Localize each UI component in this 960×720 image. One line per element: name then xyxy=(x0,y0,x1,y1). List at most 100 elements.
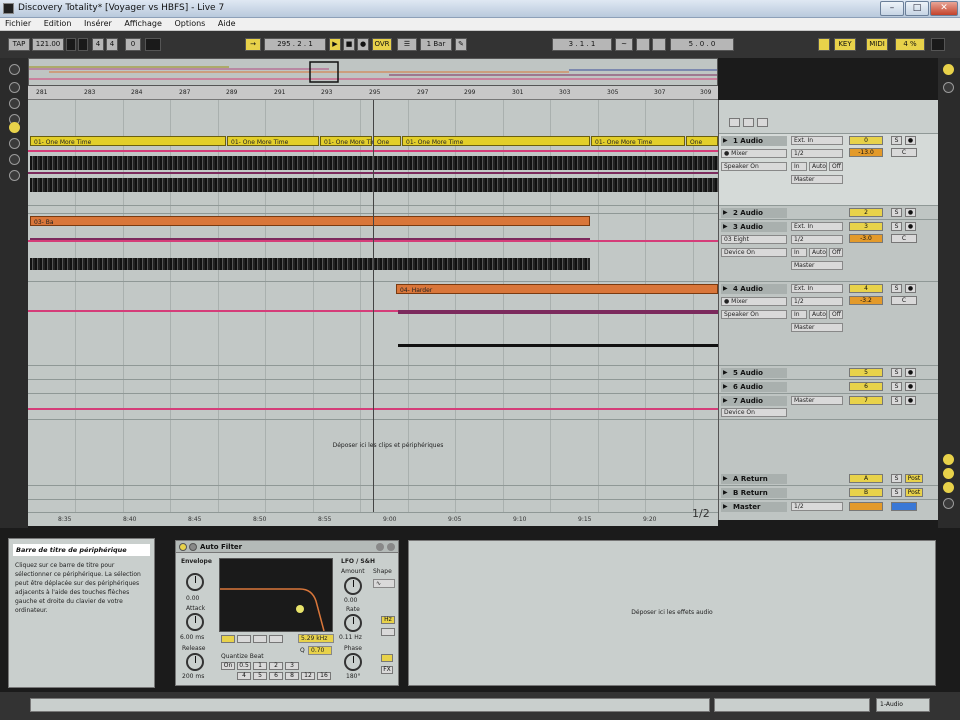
fx-button[interactable]: FX xyxy=(381,666,393,674)
phase-knob[interactable] xyxy=(344,653,362,671)
master-output-select[interactable]: 1/2 xyxy=(791,502,843,511)
loop-switch[interactable]: ~ xyxy=(615,38,633,51)
signature-denominator[interactable]: 4 xyxy=(106,38,118,51)
menu-options[interactable]: Options xyxy=(169,18,210,28)
master-cue[interactable] xyxy=(891,502,917,511)
send-value[interactable]: C xyxy=(891,148,917,157)
track-header-2[interactable]: 2 Audio 2 S ● xyxy=(719,206,939,220)
shape-select[interactable]: ∿ xyxy=(373,579,395,588)
input-channel-select[interactable]: 03 Eight xyxy=(721,235,787,244)
input-type-select[interactable]: Ext. In xyxy=(791,222,843,231)
solo-button[interactable]: S xyxy=(891,396,902,405)
output-select[interactable]: Master xyxy=(791,396,843,405)
fold-button[interactable] xyxy=(757,118,768,127)
quantize-button[interactable]: 2 xyxy=(269,662,283,670)
quantize-button[interactable]: 5 xyxy=(253,672,267,680)
mixer-toggle-icon[interactable] xyxy=(943,482,954,493)
monitor-in-button[interactable]: In xyxy=(791,248,807,257)
browser-toggle-icon[interactable] xyxy=(9,64,20,75)
arm-button[interactable]: ● xyxy=(905,368,916,377)
overdub-button[interactable]: OVR xyxy=(372,38,392,51)
send-value[interactable]: C xyxy=(891,234,917,243)
master-volume[interactable] xyxy=(849,502,883,511)
track-volume[interactable]: 6 xyxy=(849,382,883,391)
clip[interactable]: 03- Ba xyxy=(30,216,590,226)
track-pan[interactable]: -3.0 xyxy=(849,234,883,243)
clip[interactable]: 01- One More Time xyxy=(320,136,381,146)
track-name[interactable]: 5 Audio xyxy=(721,368,787,378)
track-volume[interactable]: 0 xyxy=(849,136,883,145)
follow-button[interactable]: → xyxy=(245,38,261,51)
frequency-field[interactable]: 5.29 kHz xyxy=(298,634,334,643)
release-knob[interactable] xyxy=(186,653,204,671)
monitor-in-button[interactable]: In xyxy=(791,162,807,171)
sends-toggle-icon[interactable] xyxy=(943,468,954,479)
track-pan[interactable]: -3.2 xyxy=(849,296,883,305)
attack-knob[interactable] xyxy=(186,613,204,631)
filter-curve-display[interactable] xyxy=(219,558,333,632)
beat-ruler[interactable]: 281 283 284 287 289 291 293 295 297 299 … xyxy=(28,86,718,100)
return-volume[interactable]: A xyxy=(849,474,883,483)
stop-button[interactable]: ■ xyxy=(343,38,355,51)
solo-button[interactable]: S xyxy=(891,382,902,391)
quantize-button[interactable]: 0.5 xyxy=(237,662,251,670)
nudge-up-button[interactable] xyxy=(78,38,88,51)
device-browser-icon[interactable] xyxy=(9,98,20,109)
rate-hz-button[interactable]: Hz xyxy=(381,616,395,624)
quantize-button[interactable]: 8 xyxy=(285,672,299,680)
menu-affichage[interactable]: Affichage xyxy=(119,18,167,28)
input-type-select[interactable]: Ext. In xyxy=(791,284,843,293)
envelope-knob[interactable] xyxy=(186,573,204,591)
track-name[interactable]: 4 Audio xyxy=(721,284,787,294)
arm-button[interactable]: ● xyxy=(905,284,916,293)
track-header-3[interactable]: 3 Audio Ext. In 03 Eight 1/2 Device On I… xyxy=(719,220,939,282)
return-name[interactable]: A Return xyxy=(721,474,787,484)
clip[interactable]: 01- One More Time xyxy=(227,136,319,146)
output-select[interactable]: Master xyxy=(791,175,843,184)
clip[interactable]: 01- One More Time xyxy=(402,136,590,146)
monitor-off-button[interactable]: Off xyxy=(829,310,843,319)
track-volume[interactable]: 2 xyxy=(849,208,883,217)
solo-button[interactable]: S xyxy=(891,208,902,217)
solo-button[interactable]: S xyxy=(891,474,902,483)
track-header-5[interactable]: 5 Audio 5 S ● xyxy=(719,366,939,380)
amount-knob[interactable] xyxy=(344,577,362,595)
midi-editor-button[interactable]: ☰ xyxy=(397,38,417,51)
track-header-1[interactable]: 1 Audio Ext. In ● Mixer 1/2 Speaker On I… xyxy=(719,134,939,206)
post-button[interactable]: Post xyxy=(905,488,923,497)
arrangement-view-icon[interactable] xyxy=(943,82,954,93)
return-header-b[interactable]: B Return B S Post xyxy=(719,486,939,500)
track-name[interactable]: 7 Audio xyxy=(721,396,787,406)
solo-button[interactable]: S xyxy=(891,222,902,231)
track-volume[interactable]: 4 xyxy=(849,284,883,293)
fold-button[interactable] xyxy=(743,118,754,127)
file-browser-4-icon[interactable] xyxy=(9,170,20,181)
fold-button[interactable] xyxy=(729,118,740,127)
master-name[interactable]: Master xyxy=(721,502,787,512)
menu-aide[interactable]: Aide xyxy=(213,18,241,28)
draw-mode-button[interactable]: ✎ xyxy=(455,38,467,51)
track-volume[interactable]: 7 xyxy=(849,396,883,405)
tempo-field[interactable]: 121.00 xyxy=(32,38,64,51)
loop-length-field[interactable]: 5 . 0 . 0 xyxy=(670,38,734,51)
q-field[interactable]: 0.70 xyxy=(308,646,332,655)
arm-button[interactable]: ● xyxy=(905,396,916,405)
arm-button[interactable]: ● xyxy=(905,382,916,391)
output-device-select[interactable]: Device On xyxy=(721,248,787,257)
input-channel-select[interactable]: ● Mixer xyxy=(721,297,787,306)
input-type-select[interactable]: Ext. In xyxy=(791,136,843,145)
arm-button[interactable]: ● xyxy=(905,222,916,231)
device-title-bar[interactable]: Auto Filter xyxy=(176,541,398,553)
clip[interactable]: 04- Harder xyxy=(396,284,718,294)
play-button[interactable]: ▶ xyxy=(329,38,341,51)
track-name[interactable]: 1 Audio xyxy=(721,136,787,146)
output-select[interactable]: Master xyxy=(791,261,843,270)
return-name[interactable]: B Return xyxy=(721,488,787,498)
menu-edition[interactable]: Edition xyxy=(39,18,77,28)
track-name[interactable]: 6 Audio xyxy=(721,382,787,392)
file-browser-1-icon[interactable] xyxy=(9,122,20,133)
clip[interactable]: 01- One More Time xyxy=(30,136,226,146)
arm-button[interactable]: ● xyxy=(905,208,916,217)
punch-out-button[interactable] xyxy=(652,38,666,51)
auto-filter-device[interactable]: Auto Filter Envelope 0.00 Attack 6.00 ms… xyxy=(175,540,399,686)
